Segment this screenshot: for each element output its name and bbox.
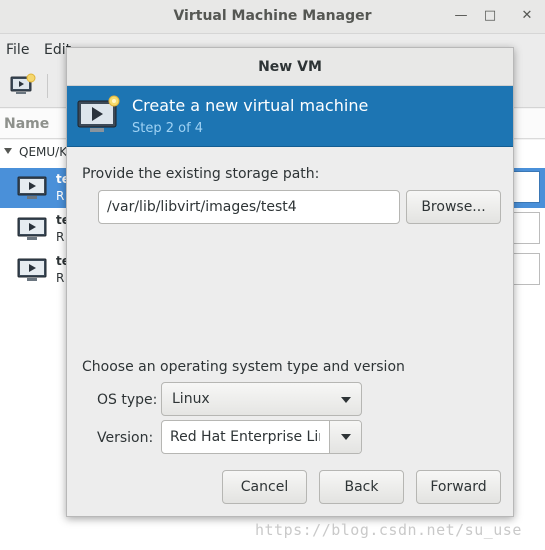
- close-icon[interactable]: ✕: [519, 8, 535, 24]
- toolbar-separator: [47, 74, 48, 98]
- cpu-usage-graph: [512, 171, 540, 203]
- vm-monitor-icon: [17, 258, 47, 281]
- version-label: Version:: [97, 430, 154, 446]
- chevron-down-icon: [341, 397, 351, 403]
- new-vm-dialog: New VM Create a new virtual machine Step…: [66, 47, 514, 517]
- version-input[interactable]: [162, 421, 328, 453]
- cpu-usage-graph: [512, 253, 540, 285]
- dialog-title: New VM: [258, 59, 322, 75]
- storage-path-input[interactable]: [98, 190, 400, 224]
- vm-monitor-icon: [17, 176, 47, 199]
- vm-status: R: [56, 230, 65, 244]
- wizard-banner: Create a new virtual machine Step 2 of 4: [67, 86, 513, 147]
- storage-path-label: Provide the existing storage path:: [82, 166, 320, 182]
- os-type-dropdown[interactable]: Linux: [161, 382, 362, 416]
- wizard-heading: Create a new virtual machine: [132, 96, 369, 115]
- minimize-icon[interactable]: —: [453, 8, 469, 24]
- cpu-usage-graph: [512, 212, 540, 244]
- version-combo[interactable]: [161, 420, 362, 454]
- back-button[interactable]: Back: [319, 470, 404, 504]
- dialog-titlebar[interactable]: New VM: [67, 48, 513, 86]
- vm-status: R: [56, 271, 65, 285]
- chevron-down-icon: [341, 434, 351, 440]
- version-dropdown-button[interactable]: [329, 421, 361, 453]
- menu-file[interactable]: File: [6, 42, 29, 58]
- vm-monitor-icon: [17, 217, 47, 240]
- expander-icon[interactable]: [4, 148, 12, 154]
- os-type-label: OS type:: [97, 392, 158, 408]
- cancel-button[interactable]: Cancel: [222, 470, 307, 504]
- new-vm-icon[interactable]: [10, 73, 36, 97]
- column-header-name[interactable]: Name: [4, 116, 49, 132]
- wizard-step-indicator: Step 2 of 4: [132, 121, 204, 136]
- os-section-label: Choose an operating system type and vers…: [82, 359, 405, 375]
- forward-button[interactable]: Forward: [416, 470, 501, 504]
- main-titlebar: Virtual Machine Manager — □ ✕: [0, 0, 545, 34]
- vm-status: R: [56, 189, 65, 203]
- maximize-icon[interactable]: □: [482, 8, 498, 24]
- os-type-value: Linux: [172, 391, 210, 407]
- watermark: https://blog.csdn.net/su_use: [255, 521, 522, 539]
- new-vm-icon: [77, 95, 120, 132]
- browse-button[interactable]: Browse...: [406, 190, 501, 224]
